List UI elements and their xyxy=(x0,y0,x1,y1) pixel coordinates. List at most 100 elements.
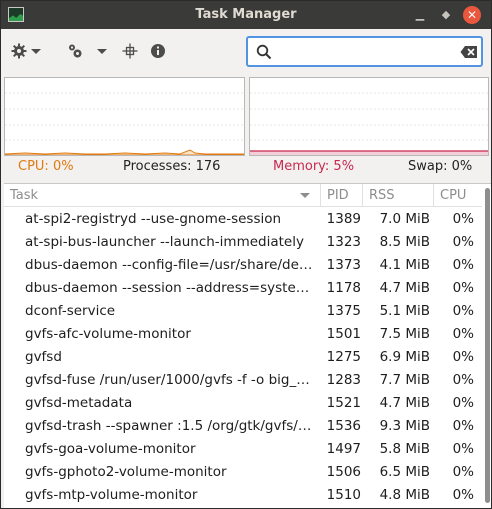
cpu-cell: 0% xyxy=(452,326,474,342)
cpu-usage-line xyxy=(5,149,244,155)
table-row[interactable]: gvfs-mtp-volume-monitor 1510 4.8 MiB 0% xyxy=(4,484,482,507)
rss-cell: 4.7 MiB xyxy=(379,395,430,411)
memory-usage-fill xyxy=(250,151,488,155)
column-header-cpu[interactable]: CPU xyxy=(434,184,482,207)
cpu-status: CPU: 0% xyxy=(18,159,74,174)
table-row[interactable]: dbus-daemon --config-file=/usr/share/def… xyxy=(4,254,482,277)
gear-icon[interactable] xyxy=(11,43,27,59)
pid-cell: 1283 xyxy=(326,372,361,388)
search-input[interactable] xyxy=(278,42,448,62)
rss-cell: 7.0 MiB xyxy=(379,211,430,227)
pid-cell: 1536 xyxy=(326,418,361,434)
rss-cell: 4.1 MiB xyxy=(379,257,430,273)
task-name-cell: gvfsd-fuse /run/user/1000/gvfs -f -o big… xyxy=(25,372,317,388)
task-name-cell: dbus-daemon --session --address=systemd: xyxy=(25,280,317,296)
task-name-cell: gvfs-gphoto2-volume-monitor xyxy=(25,464,227,480)
table-row[interactable]: gvfs-goa-volume-monitor 1497 5.8 MiB 0% xyxy=(4,438,482,461)
pid-cell: 1275 xyxy=(326,349,361,365)
pid-cell: 1506 xyxy=(326,464,361,480)
task-name-cell: at-spi2-registryd --use-gnome-session xyxy=(25,211,282,227)
cpu-graph-plot xyxy=(5,92,244,155)
minimize-button[interactable]: ▁ xyxy=(411,6,429,24)
pid-cell: 1373 xyxy=(326,257,361,273)
cpu-cell: 0% xyxy=(452,395,474,411)
pid-cell: 1501 xyxy=(326,326,361,342)
table-row[interactable]: gvfs-afc-volume-monitor 1501 7.5 MiB 0% xyxy=(4,323,482,346)
clear-search-icon[interactable] xyxy=(460,45,478,59)
close-button[interactable]: ✕ xyxy=(463,6,481,24)
cpu-cell: 0% xyxy=(452,280,474,296)
task-name-cell: gvfs-afc-volume-monitor xyxy=(25,326,191,342)
rss-cell: 4.7 MiB xyxy=(379,280,430,296)
memory-status: Memory: 5% xyxy=(273,159,355,174)
task-name-cell: gvfsd-trash --spawner :1.5 /org/gtk/gvfs… xyxy=(25,418,317,434)
memory-graph-plot xyxy=(250,92,488,155)
sort-descending-icon xyxy=(300,193,310,198)
cpu-cell: 0% xyxy=(452,303,474,319)
cpu-cell: 0% xyxy=(452,234,474,250)
crosshair-icon[interactable] xyxy=(122,43,138,59)
table-row[interactable]: gvfsd-fuse /run/user/1000/gvfs -f -o big… xyxy=(4,369,482,392)
rss-cell: 7.7 MiB xyxy=(379,372,430,388)
table-row[interactable]: gvfsd-metadata 1521 4.7 MiB 0% xyxy=(4,392,482,415)
scrollbar-thumb[interactable] xyxy=(485,188,490,503)
cog-group-icon[interactable] xyxy=(67,43,83,59)
rss-cell: 4.8 MiB xyxy=(379,487,430,503)
search-field[interactable] xyxy=(246,36,483,67)
process-table: Task PID RSS CPU at-spi2-registryd --use… xyxy=(4,183,491,508)
cpu-cell: 0% xyxy=(452,211,474,227)
pid-cell: 1389 xyxy=(326,211,361,227)
cpu-cell: 0% xyxy=(452,418,474,434)
pid-cell: 1323 xyxy=(326,234,361,250)
cpu-cell: 0% xyxy=(452,487,474,503)
table-row[interactable]: gvfs-gphoto2-volume-monitor 1506 6.5 MiB 0% xyxy=(4,461,482,484)
task-name-cell: at-spi-bus-launcher --launch-immediately xyxy=(25,234,304,250)
column-header-rss[interactable]: RSS xyxy=(363,184,434,207)
search-icon xyxy=(256,44,272,60)
task-name-cell: gvfsd-metadata xyxy=(25,395,133,411)
cpu-cell: 0% xyxy=(452,257,474,273)
table-row[interactable]: gvfsd-trash --spawner :1.5 /org/gtk/gvfs… xyxy=(4,415,482,438)
column-header-task-label: Task xyxy=(10,188,39,203)
cpu-cell: 0% xyxy=(452,372,474,388)
table-header: Task PID RSS CPU xyxy=(4,184,482,207)
rss-cell: 5.8 MiB xyxy=(379,441,430,457)
rss-cell: 5.1 MiB xyxy=(379,303,430,319)
pid-cell: 1521 xyxy=(326,395,361,411)
cpu-cell: 0% xyxy=(452,349,474,365)
pid-cell: 1178 xyxy=(326,280,361,296)
settings-dropdown-arrow-icon[interactable] xyxy=(31,49,41,54)
table-row[interactable]: at-spi2-registryd --use-gnome-session 138… xyxy=(4,208,482,231)
cpu-cell: 0% xyxy=(452,441,474,457)
table-row[interactable]: dconf-service 1375 5.1 MiB 0% xyxy=(4,300,482,323)
rss-cell: 7.5 MiB xyxy=(379,326,430,342)
processes-dropdown-arrow-icon[interactable] xyxy=(97,49,107,54)
table-row[interactable]: at-spi-bus-launcher --launch-immediately… xyxy=(4,231,482,254)
cpu-graph xyxy=(4,77,245,156)
swap-status: Swap: 0% xyxy=(408,159,473,174)
column-header-pid[interactable]: PID xyxy=(321,184,363,207)
rss-cell: 9.3 MiB xyxy=(379,418,430,434)
task-manager-window: Task Manager ▁ ◆ ✕ CPU: 0% Processes: 17… xyxy=(0,0,492,509)
info-icon[interactable] xyxy=(150,43,166,59)
scrollbar[interactable] xyxy=(483,184,491,508)
toolbar xyxy=(1,29,491,75)
pid-cell: 1510 xyxy=(326,487,361,503)
task-name-cell: gvfsd xyxy=(25,349,62,365)
pid-cell: 1375 xyxy=(326,303,361,319)
rss-cell: 6.9 MiB xyxy=(379,349,430,365)
table-row[interactable]: dbus-daemon --session --address=systemd:… xyxy=(4,277,482,300)
cpu-cell: 0% xyxy=(452,464,474,480)
memory-graph xyxy=(249,77,489,156)
table-row[interactable]: gvfsd 1275 6.9 MiB 0% xyxy=(4,346,482,369)
maximize-button[interactable]: ◆ xyxy=(437,6,455,24)
column-header-task[interactable]: Task xyxy=(4,184,321,207)
task-name-cell: gvfs-goa-volume-monitor xyxy=(25,441,196,457)
task-name-cell: dconf-service xyxy=(25,303,116,319)
rss-cell: 6.5 MiB xyxy=(379,464,430,480)
task-name-cell: gvfs-mtp-volume-monitor xyxy=(25,487,198,503)
processes-status: Processes: 176 xyxy=(123,159,221,174)
title-bar[interactable]: Task Manager ▁ ◆ ✕ xyxy=(1,1,491,29)
rss-cell: 8.5 MiB xyxy=(379,234,430,250)
task-name-cell: dbus-daemon --config-file=/usr/share/def… xyxy=(25,257,317,273)
